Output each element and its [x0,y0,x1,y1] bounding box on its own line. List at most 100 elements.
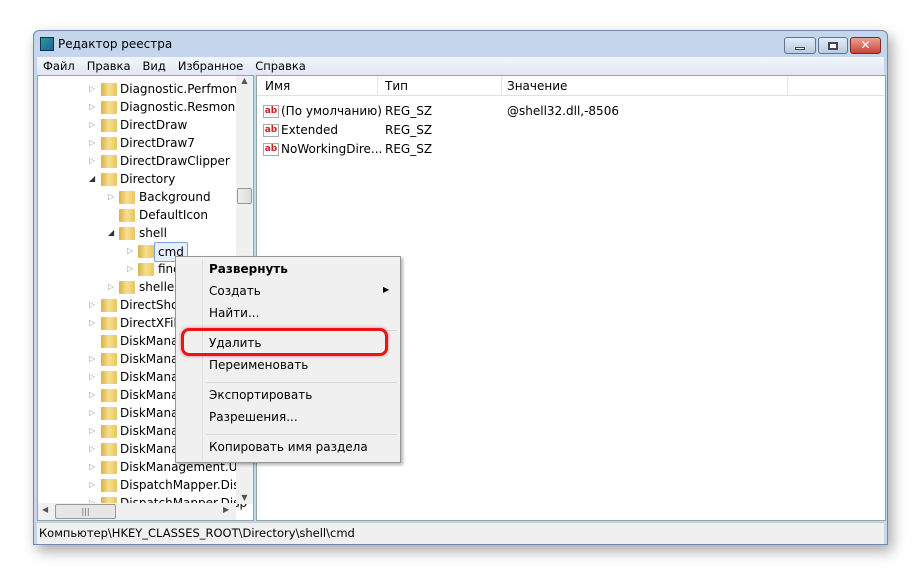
folder-icon [101,407,117,420]
hscroll-thumb[interactable]: ||| [55,504,116,519]
value-row[interactable]: ab NoWorkingDire... REG_SZ [261,140,885,159]
folder-icon [101,425,117,438]
tree-item[interactable]: ▷ DispatchMapper.Disp [38,476,247,494]
expand-arrow-icon[interactable]: ▷ [89,440,99,458]
expand-arrow-icon[interactable]: ▷ [89,422,99,440]
menu-item[interactable]: Правка [81,57,137,75]
tree-item[interactable]: ▷ DirectDraw [38,116,238,134]
tree-item[interactable]: ▷ Background [38,188,238,206]
folder-icon [138,263,154,276]
scroll-thumb[interactable] [237,188,252,204]
expand-arrow-icon[interactable]: ▷ [127,260,137,278]
expand-arrow-icon[interactable]: ▷ [89,386,99,404]
expand-arrow-icon[interactable]: ▷ [89,458,99,476]
folder-icon [101,119,117,132]
value-row[interactable]: ab (По умолчанию) REG_SZ @shell32.dll,-8506 [261,102,885,121]
expand-arrow-icon[interactable]: ▷ [89,368,99,386]
folder-icon [138,245,154,258]
expand-arrow-icon[interactable]: ▷ [89,296,99,314]
tree-item[interactable]: ▷ Diagnostic.Resmon.C [38,98,247,116]
expand-arrow-icon[interactable]: ▷ [89,98,99,116]
value-type: REG_SZ [385,142,433,156]
submenu-arrow-icon: ▶ [383,285,390,294]
column-type[interactable]: Тип [385,79,408,93]
context-menu-item[interactable]: Разрешения... [209,410,298,424]
value-name: NoWorkingDire... [281,142,383,156]
string-value-icon: ab [263,124,279,137]
value-type: REG_SZ [385,104,433,118]
expand-arrow-icon[interactable]: ▷ [127,242,137,260]
status-bar: Компьютер\HKEY_CLASSES_ROOT\Directory\sh… [37,522,884,544]
expand-arrow-icon[interactable]: ▷ [89,314,99,332]
expand-arrow-icon[interactable]: ▷ [108,278,118,296]
collapse-arrow-icon[interactable]: ◢ [89,170,99,188]
tree-item[interactable]: ▷ DirectDraw7 [38,134,238,152]
tree-item[interactable]: DefaultIcon [38,206,238,224]
string-value-icon: ab [263,105,279,118]
tree-item-label: Directory [120,172,176,186]
expand-arrow-icon[interactable]: ▷ [89,404,99,422]
expand-arrow-icon[interactable]: ▷ [89,80,99,98]
value-name: Extended [281,123,338,137]
scroll-down-arrow[interactable]: ▼ [236,493,253,502]
scroll-up-arrow[interactable]: ▲ [236,76,253,85]
folder-icon [119,209,135,222]
scroll-right-arrow[interactable]: ▶ [223,505,229,514]
folder-icon [101,317,117,330]
context-menu: Развернуть Создать ▶ Найти... Удалить Переиме… [175,256,401,463]
context-menu-item[interactable]: Копировать имя раздела [209,440,368,454]
folder-icon [101,335,117,348]
column-name[interactable]: Имя [265,79,290,93]
folder-icon [119,281,135,294]
tree-item-label: DispatchMapper.Disp [120,478,248,492]
value-name: (По умолчанию) [281,104,382,118]
context-menu-item[interactable]: Переименовать [209,358,308,372]
tree-item[interactable]: ◢ shell [38,224,238,242]
scroll-left-arrow[interactable]: ◀ [42,505,48,514]
expand-arrow-icon[interactable]: ▷ [89,116,99,134]
expand-arrow-icon[interactable]: ▷ [89,476,99,494]
value-type: REG_SZ [385,123,433,137]
expand-arrow-icon[interactable]: ▷ [108,188,118,206]
context-menu-item[interactable]: Создать [209,284,261,298]
minimize-button[interactable] [784,37,816,54]
window-title: Редактор реестра [58,37,173,51]
menu-item[interactable]: Избранное [172,57,249,75]
value-data: @shell32.dll,-8506 [507,104,619,118]
folder-icon [101,371,117,384]
tree-item-label: DirectDraw [120,118,188,132]
column-value[interactable]: Значение [507,79,567,93]
folder-icon [101,173,117,186]
string-value-icon: ab [263,143,279,156]
tree-item[interactable]: ▷ DirectDrawClipper [38,152,238,170]
folder-icon [101,137,117,150]
close-button[interactable]: ✕ [850,37,881,54]
menu-item[interactable]: Вид [137,57,172,75]
expand-arrow-icon[interactable]: ▷ [89,152,99,170]
value-row[interactable]: ab Extended REG_SZ [261,121,885,140]
context-menu-item[interactable]: Найти... [209,306,259,320]
values-header: Имя Тип Значение [257,76,885,96]
tree-item-label: DirectDraw7 [120,136,195,150]
expand-arrow-icon[interactable]: ▷ [89,350,99,368]
tree-item-label: DirectDrawClipper [120,154,230,168]
folder-icon [101,461,117,474]
collapse-arrow-icon[interactable]: ◢ [108,224,118,242]
menu-separator [206,434,397,435]
menu-item[interactable]: Справка [249,57,312,75]
folder-icon [101,299,117,312]
context-menu-item[interactable]: Развернуть [209,262,288,276]
folder-icon [101,479,117,492]
context-menu-item[interactable]: Экспортировать [209,388,312,402]
menu-bar: Файл Правка Вид Избранное Справка [37,57,884,75]
menu-item[interactable]: Файл [37,57,81,75]
folder-icon [101,389,117,402]
tree-item[interactable]: ◢ Directory [38,170,238,188]
folder-icon [101,443,117,456]
tree-item[interactable]: ▷ Diagnostic.Perfmon.D [38,80,250,98]
maximize-button[interactable] [818,37,848,54]
tree-item-label: Background [139,190,211,204]
menu-separator [206,382,397,383]
expand-arrow-icon[interactable]: ▷ [89,134,99,152]
tree-horizontal-scrollbar[interactable]: ◀ ||| ▶ [38,503,236,520]
